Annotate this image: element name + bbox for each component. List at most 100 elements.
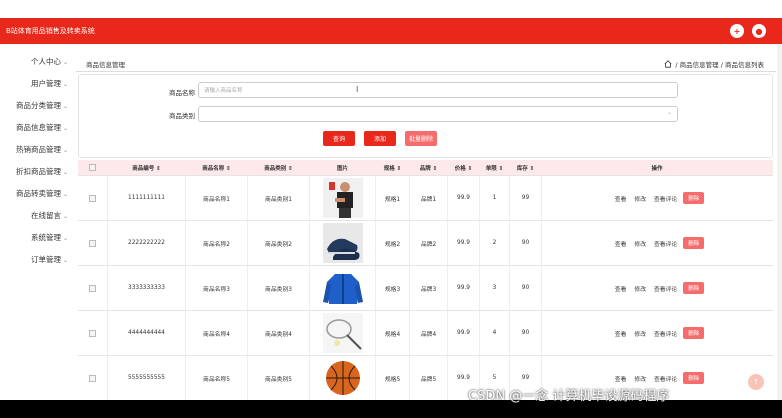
- product-image: [310, 311, 376, 355]
- column-header[interactable]: 价格 ⇕: [448, 160, 480, 175]
- cell-spec: 规格1: [376, 176, 410, 220]
- query-button[interactable]: 查询: [323, 131, 355, 146]
- sidebar-item-3[interactable]: 商品分类管理 ⌄: [16, 100, 68, 111]
- column-header[interactable]: 商品名称 ⇕: [186, 160, 248, 175]
- row-select-cell: [78, 266, 108, 310]
- row-checkbox[interactable]: [89, 284, 96, 292]
- view-reviews-button[interactable]: 查看评论: [654, 329, 677, 338]
- view-button[interactable]: 查看: [615, 374, 627, 383]
- category-select[interactable]: ⌄: [198, 106, 678, 122]
- cell-stock: 99: [510, 176, 542, 220]
- row-checkbox[interactable]: [89, 194, 96, 202]
- batch-delete-button[interactable]: 批量删除: [405, 131, 437, 146]
- column-header[interactable]: 库存 ⇕: [510, 160, 542, 175]
- row-select-cell: [78, 311, 108, 355]
- home-icon[interactable]: [664, 60, 672, 68]
- cell-price: 99.9: [448, 176, 480, 220]
- column-header[interactable]: 图片: [310, 160, 376, 175]
- float-action-button[interactable]: ↑: [748, 374, 764, 390]
- view-button[interactable]: 查看: [615, 194, 627, 203]
- sidebar-item-9[interactable]: 系统管理 ⌄: [31, 232, 68, 243]
- view-reviews-button[interactable]: 查看评论: [654, 284, 677, 293]
- view-reviews-button[interactable]: 查看评论: [654, 374, 677, 383]
- breadcrumb: / 商品信息管理 / 商品信息列表: [664, 59, 764, 69]
- name-search-input[interactable]: 请输入商品名称 I: [198, 82, 678, 98]
- column-header[interactable]: 商品类别 ⇕: [248, 160, 310, 175]
- user-avatar-icon[interactable]: ●: [752, 24, 766, 38]
- sidebar: 个人中心 ⌄ 用户管理 ⌄ 商品分类管理 ⌄ 商品信息管理 ⌄ 热销商品管理 ⌄ 折扣商品管理 ⌄ 商品…: [0, 44, 74, 400]
- cell-code: 1111111111: [108, 176, 186, 220]
- cell-category: 商品类别3: [248, 266, 310, 310]
- vertical-scrollbar[interactable]: [777, 44, 782, 400]
- watermark: CSDN @一念 计算机毕设源码程序: [468, 389, 670, 404]
- delete-button[interactable]: 删除: [683, 237, 705, 249]
- sidebar-item-label: 用户管理: [30, 79, 61, 88]
- main-content: 商品信息管理 / 商品信息管理 / 商品信息列表 商品名称 请输入商品名称 I …: [76, 44, 782, 400]
- edit-button[interactable]: 修改: [634, 194, 646, 203]
- cell-spec: 规格2: [376, 221, 410, 265]
- edit-button[interactable]: 修改: [634, 284, 646, 293]
- row-checkbox[interactable]: [89, 329, 96, 337]
- cell-price: 99.9: [448, 221, 480, 265]
- cell-name: 商品名称1: [186, 176, 248, 220]
- table-row: 1111111111 商品名称1 商品类别1 规格1 品牌1 99.9 1 99 查看 修改 查看评…: [78, 176, 773, 221]
- column-header[interactable]: 单限 ⇕: [480, 160, 510, 175]
- column-header[interactable]: 规格 ⇕: [376, 160, 410, 175]
- view-reviews-button[interactable]: 查看评论: [654, 194, 677, 203]
- select-all-checkbox[interactable]: [89, 164, 96, 171]
- column-header[interactable]: 操作: [542, 160, 773, 175]
- edit-button[interactable]: 修改: [634, 329, 646, 338]
- column-header[interactable]: 品牌 ⇕: [410, 160, 448, 175]
- top-strip: [0, 0, 782, 18]
- cell-stock: 90: [510, 311, 542, 355]
- row-checkbox[interactable]: [89, 239, 96, 247]
- view-button[interactable]: 查看: [615, 329, 627, 338]
- chevron-down-icon: ⌄: [666, 109, 672, 116]
- view-reviews-button[interactable]: 查看评论: [654, 239, 677, 248]
- product-image: [310, 176, 376, 220]
- sidebar-item-5[interactable]: 热销商品管理 ⌄: [16, 144, 68, 155]
- edit-button[interactable]: 修改: [634, 374, 646, 383]
- delete-button[interactable]: 删除: [683, 282, 705, 294]
- sidebar-item-6[interactable]: 折扣商品管理 ⌄: [16, 166, 68, 177]
- row-actions: 查看 修改 查看评论 删除: [542, 266, 773, 310]
- sidebar-item-10[interactable]: 订单管理 ⌄: [31, 254, 68, 265]
- delete-button[interactable]: 删除: [683, 372, 705, 384]
- sidebar-item-1[interactable]: 个人中心 ⌄: [31, 56, 68, 67]
- delete-button[interactable]: 删除: [683, 192, 705, 204]
- row-checkbox[interactable]: [89, 374, 96, 382]
- cell-price: 99.9: [448, 266, 480, 310]
- view-button[interactable]: 查看: [615, 239, 627, 248]
- chevron-down-icon: ⌄: [62, 191, 68, 198]
- sidebar-item-label: 订单管理: [30, 255, 61, 264]
- chevron-down-icon: ⌄: [62, 125, 68, 132]
- cell-name: 商品名称4: [186, 311, 248, 355]
- sidebar-item-label: 在线留言: [30, 211, 61, 220]
- cell-name: 商品名称5: [186, 356, 248, 400]
- app-window: B站体育用品销售及转卖系统 + ● 个人中心 ⌄ 用户管理 ⌄ 商品分类管理 ⌄ 商品信息管…: [0, 0, 782, 400]
- edit-button[interactable]: 修改: [634, 239, 646, 248]
- breadcrumb-path: / 商品信息管理 / 商品信息列表: [675, 61, 764, 69]
- sidebar-item-7[interactable]: 商品转卖管理 ⌄: [16, 188, 68, 199]
- delete-button[interactable]: 删除: [683, 327, 705, 339]
- sidebar-item-4[interactable]: 商品信息管理 ⌄: [16, 122, 68, 133]
- table-row: 4444444444 商品名称4 商品类别4 规格4 品牌4 99.9 4 90 查看 修改 查看评…: [78, 311, 773, 356]
- search-panel: 商品名称 请输入商品名称 I 商品类别 ⌄ 查询 添加 批量删除: [78, 74, 773, 158]
- column-header[interactable]: 商品编号 ⇕: [108, 160, 186, 175]
- add-button[interactable]: 添加: [364, 131, 396, 146]
- sidebar-item-label: 商品分类管理: [15, 101, 61, 110]
- cell-spec: 规格3: [376, 266, 410, 310]
- row-select-cell: [78, 221, 108, 265]
- cell-category: 商品类别2: [248, 221, 310, 265]
- view-button[interactable]: 查看: [615, 284, 627, 293]
- chevron-down-icon: ⌄: [62, 147, 68, 154]
- breadcrumb-bar: 商品信息管理 / 商品信息管理 / 商品信息列表: [76, 50, 776, 72]
- category-label: 商品类别: [169, 112, 195, 120]
- sidebar-item-label: 热销商品管理: [15, 145, 61, 154]
- sidebar-item-label: 系统管理: [30, 233, 61, 242]
- sidebar-item-2[interactable]: 用户管理 ⌄: [31, 78, 68, 89]
- cell-brand: 品牌4: [410, 311, 448, 355]
- fullscreen-icon[interactable]: +: [730, 24, 744, 38]
- cell-stock: 90: [510, 266, 542, 310]
- sidebar-item-8[interactable]: 在线留言 ⌄: [31, 210, 68, 221]
